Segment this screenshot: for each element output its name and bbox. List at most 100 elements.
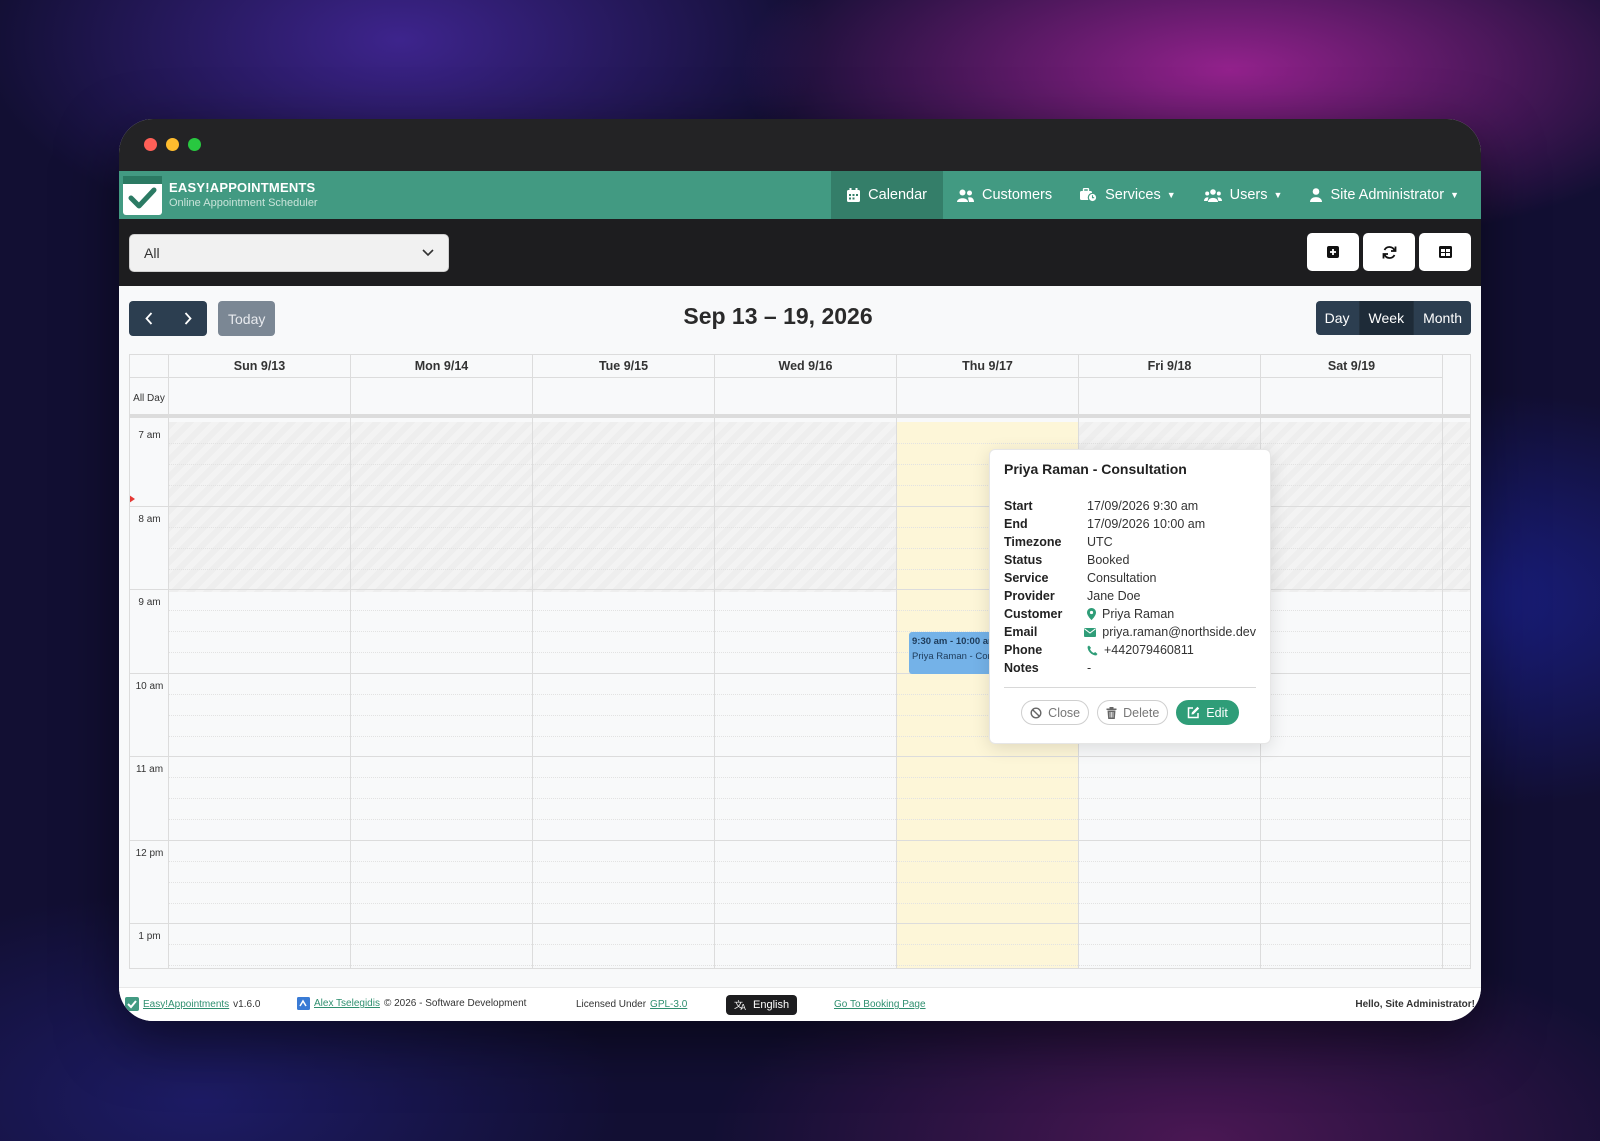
column-divider bbox=[1442, 378, 1443, 968]
column-divider bbox=[896, 378, 897, 968]
table-view-icon bbox=[1438, 246, 1452, 258]
slot-line bbox=[169, 443, 1470, 444]
maximize-window-button[interactable] bbox=[188, 138, 201, 151]
column-divider bbox=[714, 378, 715, 968]
close-popover-button[interactable]: Close bbox=[1021, 700, 1090, 725]
booking-page-link[interactable]: Go To Booking Page bbox=[834, 999, 926, 1010]
nav-services[interactable]: Services ▼ bbox=[1066, 171, 1190, 219]
popover-row-key: Email bbox=[1004, 625, 1038, 639]
day-header[interactable]: Fri 9/18 bbox=[1079, 355, 1261, 378]
day-header[interactable]: Mon 9/14 bbox=[351, 355, 533, 378]
popover-row-value: 17/09/2026 10:00 am bbox=[1087, 517, 1206, 531]
slot-line bbox=[169, 610, 1470, 611]
hour-line bbox=[130, 840, 1470, 841]
time-gutter-header bbox=[130, 355, 169, 378]
popover-row-value[interactable]: +442079460811 bbox=[1104, 643, 1194, 657]
envelope-icon bbox=[1084, 627, 1097, 637]
nav-users[interactable]: Users ▼ bbox=[1190, 171, 1297, 219]
view-day-button[interactable]: Day bbox=[1315, 301, 1360, 335]
edit-icon bbox=[1188, 706, 1200, 719]
slot-line bbox=[169, 569, 1470, 570]
slot-line bbox=[169, 715, 1470, 716]
popover-row-value: 17/09/2026 9:30 am bbox=[1087, 499, 1199, 513]
author-logo-icon bbox=[297, 997, 310, 1010]
time-label: 12 pm bbox=[135, 848, 164, 859]
calendar-toolbar: All bbox=[119, 219, 1481, 286]
main-nav: Calendar Customers Services ▼ Users ▼ Si… bbox=[831, 171, 1481, 219]
popover-row-customer: Customer Priya Raman bbox=[1004, 605, 1256, 623]
day-header[interactable]: Thu 9/17 bbox=[897, 355, 1079, 378]
slot-line bbox=[169, 464, 1470, 465]
slot-line bbox=[169, 631, 1470, 632]
license-text: Licensed Under bbox=[576, 999, 647, 1010]
popover-row-status: Status Booked bbox=[1004, 551, 1256, 569]
hour-line bbox=[130, 923, 1470, 924]
popover-row-value: Jane Doe bbox=[1087, 589, 1141, 603]
popover-divider bbox=[1004, 687, 1256, 688]
nav-site-administrator[interactable]: Site Administrator ▼ bbox=[1296, 171, 1481, 219]
app-logo-small-icon bbox=[125, 997, 139, 1011]
nav-site-administrator-label: Site Administrator bbox=[1330, 187, 1445, 203]
popover-row-value: UTC bbox=[1087, 535, 1113, 549]
ban-icon bbox=[1030, 706, 1042, 719]
delete-label: Delete bbox=[1123, 705, 1160, 720]
all-day-row[interactable]: All Day bbox=[130, 378, 1470, 418]
reload-icon bbox=[1382, 245, 1396, 259]
nav-calendar[interactable]: Calendar bbox=[831, 171, 943, 219]
popover-row-key: Notes bbox=[1004, 661, 1039, 675]
popover-row-value-wrap: - bbox=[1087, 661, 1091, 675]
popover-row-value: - bbox=[1087, 661, 1092, 675]
day-header[interactable]: Tue 9/15 bbox=[533, 355, 715, 378]
table-view-button[interactable] bbox=[1419, 233, 1471, 271]
slot-line bbox=[169, 736, 1470, 737]
author-link[interactable]: Alex Tselegidis bbox=[314, 998, 380, 1009]
phone-icon bbox=[1087, 645, 1098, 656]
column-divider bbox=[168, 378, 169, 968]
current-time-marker bbox=[130, 495, 135, 503]
provider-filter-select[interactable]: All bbox=[129, 234, 449, 272]
license-link[interactable]: GPL-3.0 bbox=[650, 999, 687, 1010]
popover-row-value: Booked bbox=[1087, 553, 1130, 567]
day-header[interactable]: Sun 9/13 bbox=[169, 355, 351, 378]
minimize-window-button[interactable] bbox=[166, 138, 179, 151]
nav-calendar-label: Calendar bbox=[868, 187, 927, 203]
language-selector[interactable]: 文A English bbox=[726, 995, 798, 1015]
business-time-icon bbox=[1080, 188, 1098, 202]
popover-row-value: Consultation bbox=[1087, 571, 1157, 585]
view-week-button[interactable]: Week bbox=[1359, 301, 1415, 335]
nav-services-label: Services bbox=[1105, 187, 1161, 203]
popover-row-value-wrap: Priya Raman bbox=[1087, 607, 1174, 621]
footer: Easy!Appointments v1.6.0 Alex Tselegidis… bbox=[119, 987, 1481, 1021]
all-day-label: All Day bbox=[130, 378, 169, 418]
add-appointment-icon bbox=[1327, 246, 1339, 258]
delete-appointment-button[interactable]: Delete bbox=[1097, 700, 1169, 725]
brand[interactable]: EASY!APPOINTMENTS Online Appointment Sch… bbox=[169, 180, 318, 209]
popover-row-value-wrap: Consultation bbox=[1087, 571, 1157, 585]
close-window-button[interactable] bbox=[144, 138, 157, 151]
nav-customers[interactable]: Customers bbox=[943, 171, 1066, 219]
popover-row-value[interactable]: priya.raman@northside.dev bbox=[1102, 625, 1256, 639]
product-link[interactable]: Easy!Appointments bbox=[143, 999, 229, 1010]
popover-row-value-wrap: 17/09/2026 9:30 am bbox=[1087, 499, 1198, 513]
column-divider bbox=[350, 378, 351, 968]
version-text: v1.6.0 bbox=[233, 998, 261, 1010]
popover-row-phone: Phone +442079460811 bbox=[1004, 641, 1256, 659]
add-appointment-button[interactable] bbox=[1307, 233, 1359, 271]
app-tagline: Online Appointment Scheduler bbox=[169, 197, 318, 209]
window-titlebar bbox=[119, 119, 1481, 171]
day-header[interactable]: Wed 9/16 bbox=[715, 355, 897, 378]
reload-button[interactable] bbox=[1363, 233, 1415, 271]
slot-line bbox=[169, 777, 1470, 778]
svg-text:A: A bbox=[741, 1003, 747, 1011]
app-logo-icon[interactable] bbox=[123, 176, 162, 215]
popover-row-key: End bbox=[1004, 517, 1028, 531]
time-label: 8 am bbox=[138, 514, 161, 525]
view-month-button[interactable]: Month bbox=[1414, 301, 1471, 335]
popover-row-start: Start 17/09/2026 9:30 am bbox=[1004, 497, 1256, 515]
greeting-text: Hello, Site Administrator! bbox=[1355, 999, 1475, 1010]
day-header[interactable]: Sat 9/19 bbox=[1261, 355, 1443, 378]
popover-row-key: Start bbox=[1004, 499, 1033, 513]
appointment-popover: Priya Raman - Consultation Start 17/09/20… bbox=[989, 449, 1271, 744]
popover-row-service: Service Consultation bbox=[1004, 569, 1256, 587]
edit-appointment-button[interactable]: Edit bbox=[1176, 700, 1239, 725]
